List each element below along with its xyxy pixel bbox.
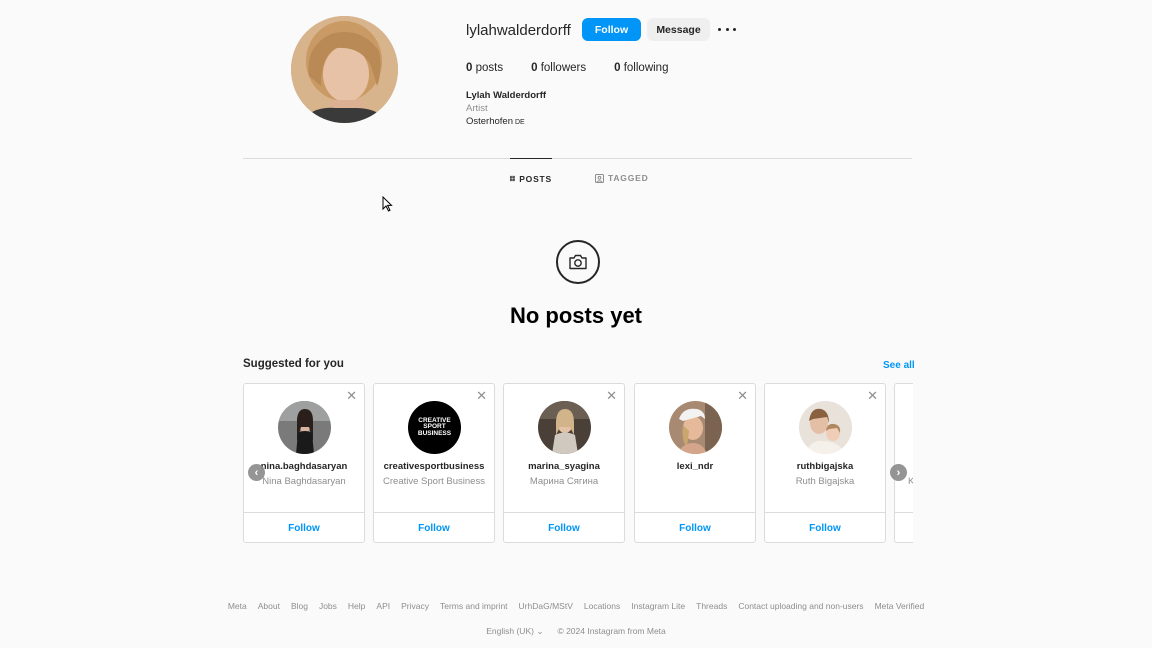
posts-stat: 0 posts xyxy=(466,62,504,74)
suggestion-card: ✕ ruthbigajska Ruth Bigajska Follow xyxy=(764,383,886,543)
avatar[interactable]: CREATIVE SPORT BUSINESS xyxy=(408,401,461,454)
card-divider xyxy=(895,512,913,513)
footer-link[interactable]: UrhDaG/MStV xyxy=(519,601,573,611)
suggestion-username[interactable]: lexi_ndr xyxy=(635,461,755,472)
footer-link[interactable]: Instagram Lite xyxy=(631,601,685,611)
dismiss-icon[interactable]: ✕ xyxy=(476,389,487,402)
more-options-icon[interactable] xyxy=(718,22,736,36)
footer-link[interactable]: Blog xyxy=(291,601,308,611)
avatar[interactable] xyxy=(669,401,722,454)
profile-location: Osterhofen DE xyxy=(466,116,525,127)
suggestion-card: ✕ marina_syagina Марина Сягина Follow xyxy=(503,383,625,543)
language-selector[interactable]: English (UK) ⌄ xyxy=(486,626,543,637)
suggestion-follow-button[interactable]: Follow xyxy=(504,512,624,544)
message-button[interactable]: Message xyxy=(647,18,710,41)
profile-full-name: Lylah Walderdorff xyxy=(466,90,547,101)
follow-button[interactable]: Follow xyxy=(582,18,641,41)
suggestion-card: K xyxy=(894,383,913,543)
footer-link[interactable]: Meta Verified xyxy=(875,601,925,611)
tabs-divider xyxy=(243,158,912,159)
footer-link[interactable]: API xyxy=(376,601,390,611)
footer-link[interactable]: Privacy xyxy=(401,601,429,611)
suggestion-card: ✕ nina.baghdasaryan Nina Baghdasaryan Fo… xyxy=(243,383,365,543)
suggested-title: Suggested for you xyxy=(243,358,344,370)
avatar[interactable] xyxy=(799,401,852,454)
profile-avatar[interactable] xyxy=(291,16,398,123)
footer-link[interactable]: Locations xyxy=(584,601,620,611)
suggestion-follow-button[interactable]: Follow xyxy=(765,512,885,544)
no-posts-title: No posts yet xyxy=(509,303,643,328)
logo-text: BUSINESS xyxy=(417,429,452,437)
tab-posts[interactable]: POSTS xyxy=(510,158,552,198)
following-stat[interactable]: 0 following xyxy=(614,62,668,74)
grid-icon xyxy=(510,175,516,182)
footer-link[interactable]: Help xyxy=(348,601,365,611)
footer-link[interactable]: Jobs xyxy=(319,601,337,611)
suggestion-card: ✕ lexi_ndr Follow xyxy=(634,383,756,543)
suggestion-follow-button[interactable]: Follow xyxy=(635,512,755,544)
footer-link[interactable]: Contact uploading and non-users xyxy=(738,601,863,611)
see-all-link[interactable]: See all xyxy=(883,360,915,371)
footer-bottom: English (UK) ⌄ © 2024 Instagram from Met… xyxy=(0,626,1152,637)
suggestion-username[interactable]: ruthbigajska xyxy=(765,461,885,472)
carousel-next-icon[interactable]: › xyxy=(890,464,907,481)
suggestion-username[interactable]: marina_syagina xyxy=(504,461,624,472)
suggestion-name: Ruth Bigajska xyxy=(795,476,855,487)
footer-link[interactable]: About xyxy=(258,601,280,611)
suggestion-name: Марина Сягина xyxy=(529,476,599,487)
suggestion-follow-button[interactable]: Follow xyxy=(374,512,494,544)
tab-tagged[interactable]: TAGGED xyxy=(595,158,649,198)
mouse-cursor-icon xyxy=(382,196,393,212)
dismiss-icon[interactable]: ✕ xyxy=(606,389,617,402)
tagged-icon xyxy=(595,173,604,183)
followers-stat[interactable]: 0 followers xyxy=(531,62,586,74)
footer-link[interactable]: Meta xyxy=(228,601,247,611)
footer-links: Meta About Blog Jobs Help API Privacy Te… xyxy=(0,601,1152,611)
suggestion-name: Creative Sport Business xyxy=(383,476,485,487)
footer-link[interactable]: Terms and imprint xyxy=(440,601,508,611)
dismiss-icon[interactable]: ✕ xyxy=(346,389,357,402)
footer-link[interactable]: Threads xyxy=(696,601,727,611)
dismiss-icon[interactable]: ✕ xyxy=(737,389,748,402)
profile-stats: 0 posts 0 followers 0 following xyxy=(466,62,696,74)
copyright: © 2024 Instagram from Meta xyxy=(557,626,666,636)
carousel-prev-icon[interactable]: ‹ xyxy=(248,464,265,481)
suggestion-follow-button[interactable]: Follow xyxy=(244,512,364,544)
profile-category: Artist xyxy=(466,103,488,114)
dismiss-icon[interactable]: ✕ xyxy=(867,389,878,402)
chevron-down-icon: ⌄ xyxy=(536,626,544,636)
avatar[interactable] xyxy=(278,401,331,454)
camera-icon xyxy=(556,240,600,284)
suggestion-username[interactable]: creativesportbusiness xyxy=(374,461,494,472)
profile-username: lylahwalderdorff xyxy=(466,22,571,39)
suggestion-card: ✕ CREATIVE SPORT BUSINESS creativesportb… xyxy=(373,383,495,543)
suggestions-carousel: ✕ nina.baghdasaryan Nina Baghdasaryan Fo… xyxy=(243,383,913,544)
avatar[interactable] xyxy=(538,401,591,454)
